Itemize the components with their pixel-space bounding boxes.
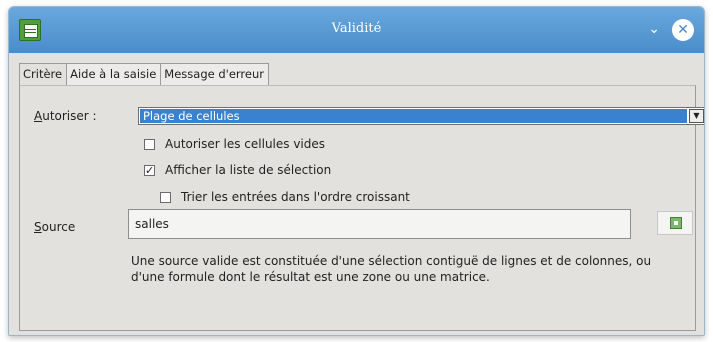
allow-dropdown[interactable]: Plage de cellules ▼ — [138, 107, 704, 125]
criteria-panel: Autoriser : Plage de cellules ▼ Autorise… — [19, 85, 704, 331]
dialog-title: Validité — [331, 21, 382, 36]
sort-entries-label: Trier les entrées dans l'ordre croissant — [181, 190, 410, 204]
allow-empty-row[interactable]: Autoriser les cellules vides — [144, 137, 325, 151]
close-icon[interactable]: ✕ — [672, 19, 694, 41]
shrink-dialog-icon — [670, 217, 682, 229]
allow-label: Autoriser : — [34, 109, 97, 123]
allow-empty-checkbox[interactable] — [144, 138, 155, 150]
source-input[interactable]: salles — [128, 209, 631, 239]
chevron-down-icon[interactable]: ▼ — [689, 109, 704, 123]
show-list-label: Afficher la liste de sélection — [165, 163, 332, 177]
shrink-button[interactable] — [657, 211, 693, 235]
tab-critere[interactable]: Critère — [19, 63, 68, 87]
source-label: Source — [34, 220, 76, 234]
validity-dialog: Validité ⌄ ✕ Critère Aide à la saisie Me… — [8, 6, 705, 336]
title-bar: Validité ⌄ ✕ — [9, 7, 704, 53]
show-list-row[interactable]: ✓ Afficher la liste de sélection — [144, 163, 331, 177]
chevron-down-icon[interactable]: ⌄ — [648, 21, 660, 37]
tab-bar: Critère Aide à la saisie Message d'erreu… — [19, 63, 269, 87]
source-hint: Une source valide est constituée d'une s… — [131, 254, 652, 284]
tab-aide-saisie[interactable]: Aide à la saisie — [66, 63, 162, 85]
tab-message-erreur[interactable]: Message d'erreur — [160, 63, 269, 85]
allow-empty-label: Autoriser les cellules vides — [165, 137, 326, 151]
allow-dropdown-value: Plage de cellules — [140, 109, 687, 123]
sort-entries-row[interactable]: Trier les entrées dans l'ordre croissant — [160, 190, 410, 204]
show-list-checkbox[interactable]: ✓ — [144, 164, 155, 176]
sort-entries-checkbox[interactable] — [160, 191, 171, 203]
